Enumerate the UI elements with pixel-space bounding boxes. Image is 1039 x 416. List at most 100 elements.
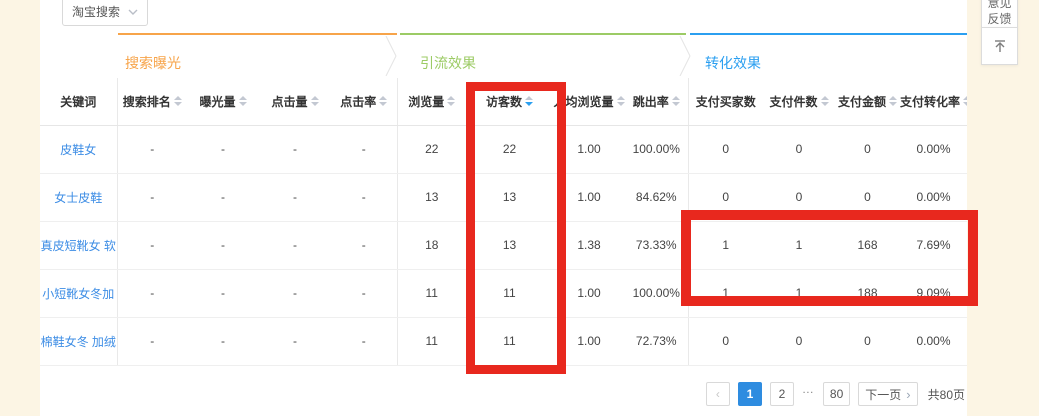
chevron-right-icon: › bbox=[906, 387, 910, 402]
channel-dropdown-value: 淘宝搜索 bbox=[72, 3, 120, 20]
cell-bounce_rate: 72.73% bbox=[625, 317, 688, 365]
column-header-label: 支付转化率 bbox=[900, 93, 960, 110]
table-row: 小短靴女冬加----11111.00100.00%111889.09% bbox=[40, 269, 967, 317]
keyword-analytics-card: 淘宝搜索 搜索曝光 引流效果 转化效果 bbox=[40, 0, 967, 416]
cell-avg_views: 1.00 bbox=[553, 317, 625, 365]
sort-icon[interactable] bbox=[821, 96, 829, 106]
column-header-ctr[interactable]: 点击率 bbox=[331, 78, 397, 125]
sort-icon[interactable] bbox=[174, 96, 182, 106]
cell-pay_items: 1 bbox=[763, 221, 835, 269]
cell-pay_buyers: 1 bbox=[688, 221, 763, 269]
column-header-label: 点击量 bbox=[271, 93, 307, 110]
column-header-clicks[interactable]: 点击量 bbox=[259, 78, 331, 125]
feedback-label-line1: 意见 bbox=[982, 0, 1017, 11]
prev-page-button[interactable]: ‹ bbox=[706, 382, 730, 406]
keyword-link[interactable]: 女士皮鞋 bbox=[54, 191, 102, 205]
keyword-link[interactable]: 小短靴女冬加 bbox=[42, 287, 114, 301]
cell-ctr: - bbox=[331, 173, 397, 221]
column-header-label: 支付件数 bbox=[769, 93, 817, 110]
table-row: 皮鞋女----22221.00100.00%0000.00% bbox=[40, 125, 967, 173]
sort-icon[interactable] bbox=[963, 96, 967, 106]
cell-impressions: - bbox=[187, 317, 259, 365]
column-header-label: 曝光量 bbox=[199, 93, 235, 110]
table-row: 真皮短靴女 软----18131.3873.33%111687.69% bbox=[40, 221, 967, 269]
cell-pay_buyers: 0 bbox=[688, 317, 763, 365]
column-header-search_rank[interactable]: 搜索排名 bbox=[117, 78, 187, 125]
next-page-label: 下一页 bbox=[865, 386, 901, 403]
cell-search_rank: - bbox=[117, 173, 187, 221]
page-button-2[interactable]: 2 bbox=[770, 382, 794, 406]
keyword-link[interactable]: 棉鞋女冬 加绒 bbox=[41, 335, 116, 349]
column-header-label: 浏览量 bbox=[408, 93, 444, 110]
column-header-bounce_rate[interactable]: 跳出率 bbox=[625, 78, 688, 125]
table-row: 女士皮鞋----13131.0084.62%0000.00% bbox=[40, 173, 967, 221]
section-header-bar: 搜索曝光 引流效果 转化效果 bbox=[40, 33, 967, 78]
cell-search_rank: - bbox=[117, 221, 187, 269]
cell-pay_items: 1 bbox=[763, 269, 835, 317]
cell-impressions: - bbox=[187, 221, 259, 269]
keyword-link[interactable]: 真皮短靴女 软 bbox=[41, 239, 116, 253]
column-header-pay_amount[interactable]: 支付金额 bbox=[835, 78, 900, 125]
cell-avg_views: 1.00 bbox=[553, 125, 625, 173]
column-header-label: 跳出率 bbox=[633, 93, 669, 110]
sort-icon[interactable] bbox=[889, 96, 897, 106]
cell-clicks: - bbox=[259, 269, 331, 317]
section-separator-icon bbox=[678, 36, 692, 76]
keyword-link[interactable]: 皮鞋女 bbox=[60, 143, 96, 157]
cell-pay_buyers: 0 bbox=[688, 125, 763, 173]
pagination-ellipsis: … bbox=[802, 382, 815, 406]
column-header-label: 点击率 bbox=[340, 93, 376, 110]
cell-visitors: 11 bbox=[466, 269, 553, 317]
cell-impressions: - bbox=[187, 125, 259, 173]
cell-pay_conversion: 0.00% bbox=[900, 317, 967, 365]
column-header-impressions[interactable]: 曝光量 bbox=[187, 78, 259, 125]
column-header-pay_items[interactable]: 支付件数 bbox=[763, 78, 835, 125]
column-header-label: 搜索排名 bbox=[123, 93, 171, 110]
cell-bounce_rate: 84.62% bbox=[625, 173, 688, 221]
cell-clicks: - bbox=[259, 221, 331, 269]
chevron-down-icon bbox=[128, 9, 138, 15]
column-header-pay_conversion[interactable]: 支付转化率 bbox=[900, 78, 967, 125]
cell-pageviews: 18 bbox=[397, 221, 466, 269]
sort-icon[interactable] bbox=[379, 96, 387, 106]
feedback-button[interactable]: 意见 反馈 bbox=[981, 0, 1018, 28]
cell-pay_conversion: 0.00% bbox=[900, 125, 967, 173]
section-traffic: 引流效果 bbox=[400, 33, 686, 78]
sort-icon[interactable] bbox=[525, 96, 533, 106]
back-to-top-button[interactable] bbox=[981, 27, 1018, 65]
column-header-label: 关键词 bbox=[60, 93, 96, 110]
cell-pay_conversion: 0.00% bbox=[900, 173, 967, 221]
cell-pageviews: 13 bbox=[397, 173, 466, 221]
keyword-cell: 真皮短靴女 软 bbox=[40, 221, 117, 269]
cell-ctr: - bbox=[331, 125, 397, 173]
channel-dropdown[interactable]: 淘宝搜索 bbox=[62, 0, 148, 26]
sort-icon[interactable] bbox=[239, 96, 247, 106]
cell-pay_buyers: 0 bbox=[688, 173, 763, 221]
sort-icon[interactable] bbox=[311, 96, 319, 106]
cell-pay_buyers: 1 bbox=[688, 269, 763, 317]
table-row: 棉鞋女冬 加绒----11111.0072.73%0000.00% bbox=[40, 317, 967, 365]
column-header-pageviews[interactable]: 浏览量 bbox=[397, 78, 466, 125]
page-button-80[interactable]: 80 bbox=[823, 382, 850, 406]
cell-visitors: 13 bbox=[466, 221, 553, 269]
cell-ctr: - bbox=[331, 317, 397, 365]
pagination: ‹ 12 … 80 下一页 › 共80页 bbox=[706, 382, 965, 406]
cell-pay_items: 0 bbox=[763, 125, 835, 173]
page-button-1[interactable]: 1 bbox=[738, 382, 762, 406]
analytics-page: 淘宝搜索 搜索曝光 引流效果 转化效果 bbox=[0, 0, 1039, 416]
cell-pay_amount: 168 bbox=[835, 221, 900, 269]
column-header-pay_buyers: 支付买家数 bbox=[688, 78, 763, 125]
column-header-avg_views[interactable]: 人均浏览量 bbox=[553, 78, 625, 125]
total-pages-label: 共80页 bbox=[928, 386, 965, 403]
cell-search_rank: - bbox=[117, 269, 187, 317]
next-page-button[interactable]: 下一页 › bbox=[858, 382, 917, 406]
sort-icon[interactable] bbox=[672, 96, 680, 106]
column-header-visitors[interactable]: 访客数 bbox=[466, 78, 553, 125]
sort-icon[interactable] bbox=[617, 96, 625, 106]
keyword-cell: 棉鞋女冬 加绒 bbox=[40, 317, 117, 365]
cell-search_rank: - bbox=[117, 317, 187, 365]
cell-visitors: 22 bbox=[466, 125, 553, 173]
cell-avg_views: 1.00 bbox=[553, 269, 625, 317]
sort-icon[interactable] bbox=[447, 96, 455, 106]
feedback-label-line2: 反馈 bbox=[982, 11, 1017, 27]
